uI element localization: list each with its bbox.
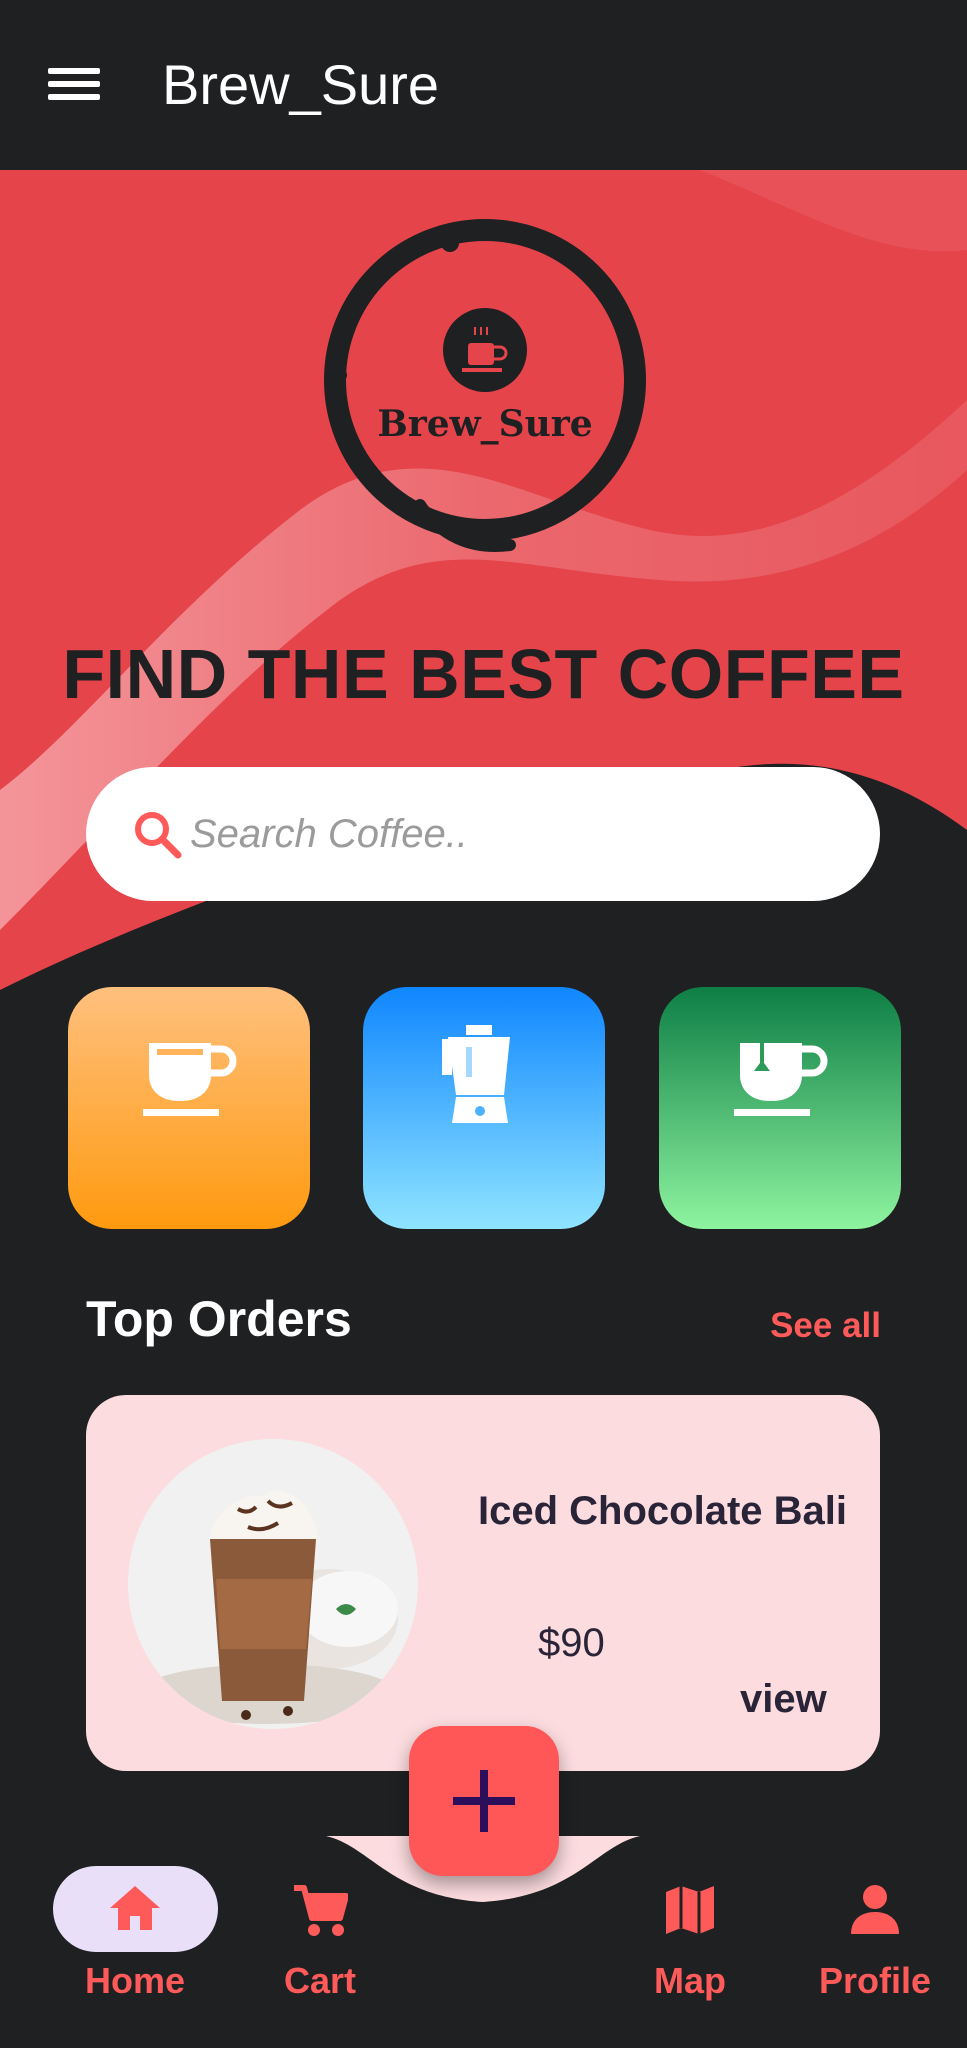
coffee-cup-icon — [143, 1043, 237, 1116]
blender-icon — [442, 1025, 510, 1123]
plus-icon — [453, 1770, 515, 1832]
tea-cup-icon — [734, 1043, 828, 1116]
logo-wordmark: Brew_Sure — [377, 403, 593, 445]
nav-label-map: Map — [654, 1960, 726, 2001]
nav-label-home: Home — [84, 1960, 186, 2001]
category-tea[interactable] — [659, 987, 901, 1229]
person-icon — [851, 1885, 899, 1934]
home-icon — [110, 1886, 160, 1930]
add-button[interactable] — [409, 1726, 559, 1876]
menu-button[interactable] — [48, 64, 102, 104]
brand-logo: Brew_Sure — [300, 205, 670, 565]
search-bar[interactable] — [86, 767, 880, 901]
category-coffee[interactable] — [68, 987, 310, 1229]
menu-icon — [48, 68, 100, 74]
order-image — [128, 1439, 418, 1729]
search-input[interactable] — [190, 797, 830, 871]
app-title: Brew_Sure — [162, 53, 440, 116]
category-blended[interactable] — [363, 987, 605, 1229]
search-icon — [135, 812, 182, 859]
see-all-link[interactable]: See all — [770, 1306, 881, 1346]
hero-headline: FIND THE BEST COFFEE — [62, 635, 905, 713]
nav-item-home[interactable]: Home — [50, 1860, 220, 2002]
map-icon — [666, 1886, 714, 1934]
order-card[interactable]: Iced Chocolate Bali $90 view — [86, 1395, 880, 1771]
app-bar: Brew_Sure — [0, 0, 967, 170]
top-orders-title: Top Orders — [86, 1291, 352, 1347]
cart-icon — [294, 1885, 348, 1936]
nav-item-map[interactable]: Map — [605, 1860, 775, 2002]
order-view-button[interactable]: view — [740, 1677, 827, 1722]
order-name: Iced Chocolate Bali — [478, 1489, 847, 1533]
order-price: $90 — [538, 1621, 605, 1665]
nav-label-cart: Cart — [283, 1960, 357, 2001]
nav-label-profile: Profile — [818, 1960, 932, 2001]
nav-item-cart[interactable]: Cart — [235, 1860, 405, 2002]
nav-item-profile[interactable]: Profile — [790, 1860, 960, 2002]
